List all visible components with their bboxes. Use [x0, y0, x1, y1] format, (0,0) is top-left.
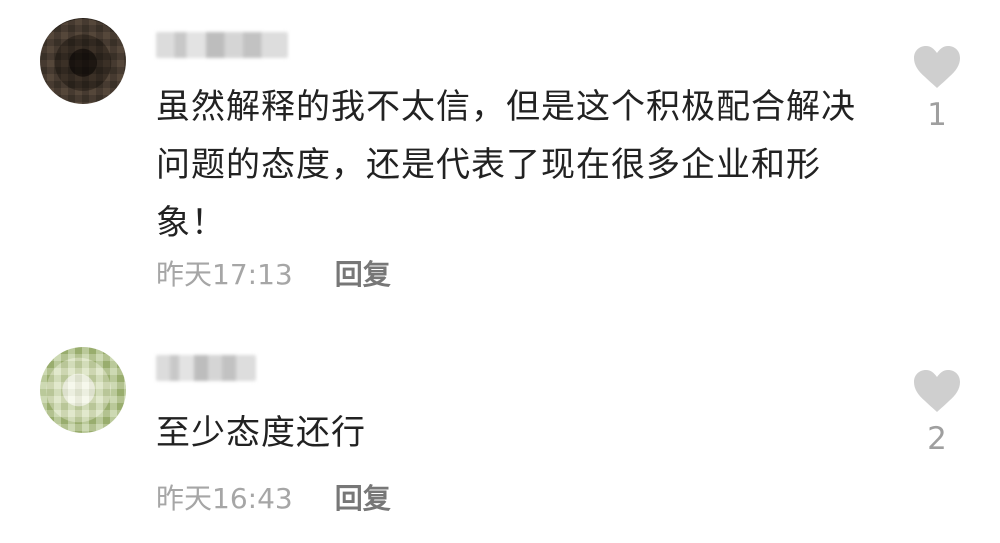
username-redacted — [156, 32, 288, 58]
avatar[interactable] — [40, 347, 126, 433]
like-count: 1 — [927, 97, 947, 133]
comment-meta: 昨天16:43 回复 — [156, 482, 391, 516]
heart-icon[interactable] — [912, 44, 962, 90]
like-button[interactable]: 1 — [912, 44, 962, 132]
like-button[interactable]: 2 — [912, 368, 962, 456]
comment-text: 虽然解释的我不太信，但是这个积极配合解决问题的态度，还是代表了现在很多企业和形象… — [156, 87, 856, 243]
reply-button[interactable]: 回复 — [335, 258, 391, 292]
comment-list: 虽然解释的我不太信，但是这个积极配合解决问题的态度，还是代表了现在很多企业和形象… — [0, 0, 1000, 543]
comment-time: 昨天16:43 — [156, 482, 293, 515]
like-count: 2 — [927, 421, 947, 457]
comment-item: 至少态度还行 昨天16:43 回复 2 — [0, 330, 1000, 543]
username-redacted — [156, 355, 256, 381]
avatar[interactable] — [40, 18, 126, 104]
heart-icon[interactable] — [912, 368, 962, 414]
comment-meta: 昨天17:13 回复 — [156, 258, 391, 292]
comment-item: 虽然解释的我不太信，但是这个积极配合解决问题的态度，还是代表了现在很多企业和形象… — [0, 0, 1000, 320]
comment-time: 昨天17:13 — [156, 258, 293, 291]
reply-button[interactable]: 回复 — [335, 482, 391, 516]
comment-text: 至少态度还行 — [156, 413, 366, 453]
